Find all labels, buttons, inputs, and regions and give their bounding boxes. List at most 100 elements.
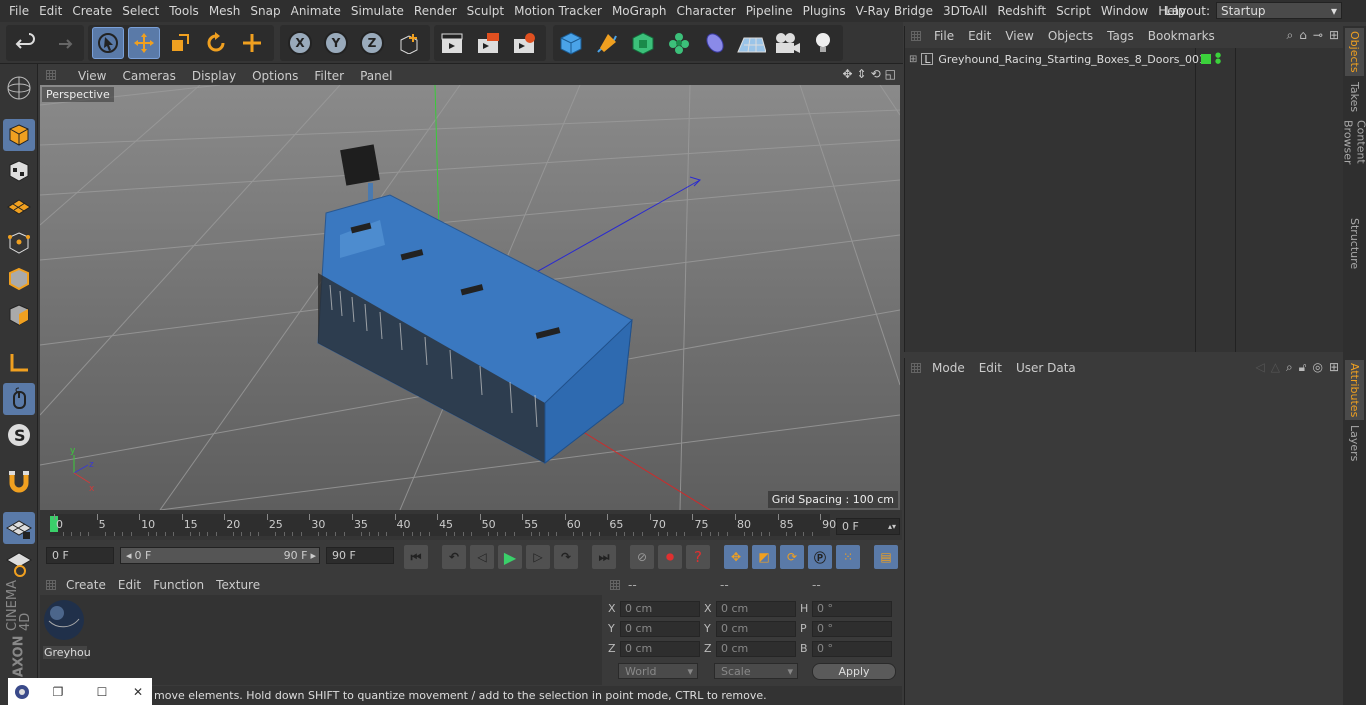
record-button[interactable]: ⏺ bbox=[658, 545, 682, 569]
app-logo-icon[interactable] bbox=[8, 684, 36, 700]
motion-path-button[interactable]: ⊘ bbox=[630, 545, 654, 569]
object-name[interactable]: Greyhound_Racing_Starting_Boxes_8_Doors_… bbox=[938, 53, 1206, 66]
points-mode-button[interactable] bbox=[3, 227, 35, 259]
render-view-button[interactable] bbox=[436, 27, 468, 59]
menu-vray-bridge[interactable]: V-Ray Bridge bbox=[851, 4, 938, 18]
menu-sculpt[interactable]: Sculpt bbox=[462, 4, 509, 18]
texture-mode-button[interactable] bbox=[3, 155, 35, 187]
render-settings-button[interactable] bbox=[508, 27, 540, 59]
workplane-button[interactable] bbox=[3, 191, 35, 223]
menu-motion-tracker[interactable]: Motion Tracker bbox=[509, 4, 607, 18]
rotation-b-field[interactable]: 0 ° bbox=[812, 640, 892, 657]
scale-tool-button[interactable] bbox=[164, 27, 196, 59]
key-rotation-button[interactable]: ⟳ bbox=[780, 545, 804, 569]
key-pla-button[interactable]: ⁙ bbox=[836, 545, 860, 569]
move-tool-button[interactable] bbox=[128, 27, 160, 59]
menu-select[interactable]: Select bbox=[117, 4, 164, 18]
rotate-tool-button[interactable] bbox=[200, 27, 232, 59]
maximize-icon[interactable]: ◱ bbox=[885, 67, 896, 81]
orbit-icon[interactable]: ⟲ bbox=[871, 67, 881, 81]
magnet-button[interactable] bbox=[3, 466, 35, 498]
go-to-end-button[interactable]: ⏭ bbox=[592, 545, 616, 569]
menu-edit[interactable]: Edit bbox=[34, 4, 67, 18]
object-menu-bookmarks[interactable]: Bookmarks bbox=[1141, 29, 1222, 43]
tab-layers[interactable]: Layers bbox=[1345, 424, 1364, 462]
dolly-icon[interactable]: ⇕ bbox=[857, 67, 867, 81]
pen-spline-button[interactable] bbox=[591, 27, 623, 59]
locked-workplane-button[interactable] bbox=[3, 548, 35, 580]
attribute-menu-user-data[interactable]: User Data bbox=[1009, 361, 1083, 375]
menu-window[interactable]: Window bbox=[1096, 4, 1153, 18]
viewport-menu-panel[interactable]: Panel bbox=[352, 69, 400, 83]
make-editable-button[interactable] bbox=[3, 72, 35, 104]
edges-mode-button[interactable] bbox=[3, 263, 35, 295]
tab-objects[interactable]: Objects bbox=[1345, 28, 1364, 76]
layout-select[interactable]: Startup ▾ bbox=[1216, 2, 1342, 19]
link-icon[interactable]: ⊸ bbox=[1313, 28, 1323, 43]
cube-button[interactable] bbox=[555, 27, 587, 59]
undo-button[interactable] bbox=[10, 27, 42, 59]
model-mode-button[interactable] bbox=[3, 119, 35, 151]
previous-frame-button[interactable]: ◁ bbox=[470, 545, 494, 569]
tab-structure[interactable]: Structure bbox=[1345, 216, 1364, 272]
visibility-dots-icon[interactable]: ● ● bbox=[1215, 52, 1221, 65]
target-icon[interactable]: ◎ bbox=[1312, 360, 1322, 375]
tweak-mode-button[interactable] bbox=[3, 383, 35, 415]
search-icon[interactable]: ⌕ bbox=[1287, 28, 1294, 43]
polygons-mode-button[interactable] bbox=[3, 299, 35, 331]
tab-content-browser[interactable]: Content Browser bbox=[1342, 120, 1366, 210]
size-x-field[interactable]: 0 cm bbox=[716, 600, 796, 617]
axis-mode-button[interactable] bbox=[3, 347, 35, 379]
material-menu-function[interactable]: Function bbox=[147, 578, 210, 592]
menu-pipeline[interactable]: Pipeline bbox=[741, 4, 798, 18]
home-icon[interactable]: ⌂ bbox=[1299, 28, 1307, 43]
menu-snap[interactable]: Snap bbox=[245, 4, 285, 18]
timeline[interactable]: 0 5 10 15 20 25 30 35 40 45 50 55 60 65 70 75 80 85 90 0 F… bbox=[40, 510, 902, 540]
viewport-menu-filter[interactable]: Filter bbox=[306, 69, 352, 83]
size-mode-select[interactable]: Scale ▾ bbox=[714, 663, 798, 679]
maximize-icon[interactable]: ☐ bbox=[80, 685, 124, 699]
viewport-menu-display[interactable]: Display bbox=[184, 69, 244, 83]
menu-redshift[interactable]: Redshift bbox=[992, 4, 1051, 18]
position-z-field[interactable]: 0 cm bbox=[620, 640, 700, 657]
object-menu-tags[interactable]: Tags bbox=[1100, 29, 1141, 43]
menu-mesh[interactable]: Mesh bbox=[204, 4, 246, 18]
key-scale-button[interactable]: ◩ bbox=[752, 545, 776, 569]
frame-range-slider[interactable]: ◂ 0 F 90 F ▸ bbox=[120, 547, 320, 564]
new-window-icon[interactable]: ⊞ bbox=[1329, 360, 1339, 375]
floor-button[interactable] bbox=[735, 27, 767, 59]
layer-color-icon[interactable] bbox=[1201, 54, 1211, 64]
light-button[interactable] bbox=[807, 27, 839, 59]
timeline-ruler[interactable]: 0 5 10 15 20 25 30 35 40 45 50 55 60 65 70 75 80 85 90 bbox=[50, 514, 836, 536]
subdivision-button[interactable] bbox=[627, 27, 659, 59]
object-menu-view[interactable]: View bbox=[998, 29, 1040, 43]
axis-y-button[interactable]: Y bbox=[320, 27, 352, 59]
camera-button[interactable] bbox=[771, 27, 803, 59]
end-frame-field[interactable]: 90 F bbox=[326, 547, 394, 564]
tab-takes[interactable]: Takes bbox=[1345, 80, 1364, 114]
new-window-icon[interactable]: ⊞ bbox=[1329, 28, 1339, 43]
back-arrow-icon[interactable]: ◁ bbox=[1255, 360, 1264, 375]
size-y-field[interactable]: 0 cm bbox=[716, 620, 796, 637]
menu-file[interactable]: File bbox=[4, 4, 34, 18]
perspective-viewport[interactable]: y z x Perspective Grid Spacing : 100 cm bbox=[40, 85, 900, 510]
starting-boxes-model[interactable] bbox=[317, 144, 633, 465]
next-frame-button[interactable]: ▷ bbox=[526, 545, 550, 569]
deformer-button[interactable] bbox=[699, 27, 731, 59]
redo-button[interactable] bbox=[46, 27, 78, 59]
menu-3dtoall[interactable]: 3DToAll bbox=[938, 4, 992, 18]
previous-key-button[interactable]: ↶ bbox=[442, 545, 466, 569]
material-menu-edit[interactable]: Edit bbox=[112, 578, 147, 592]
material-area[interactable]: Greyhou bbox=[40, 595, 602, 685]
menu-mograph[interactable]: MoGraph bbox=[607, 4, 672, 18]
object-menu-file[interactable]: File bbox=[927, 29, 961, 43]
object-list[interactable]: ⊞ L Greyhound_Racing_Starting_Boxes_8_Do… bbox=[905, 48, 1343, 352]
rotation-h-field[interactable]: 0 ° bbox=[812, 600, 892, 617]
material-menu-texture[interactable]: Texture bbox=[210, 578, 266, 592]
menu-plugins[interactable]: Plugins bbox=[798, 4, 851, 18]
workplane-lock-button[interactable] bbox=[3, 512, 35, 544]
next-key-button[interactable]: ↷ bbox=[554, 545, 578, 569]
autokey-button[interactable]: ? bbox=[686, 545, 710, 569]
material-swatch[interactable]: Greyhou bbox=[43, 599, 91, 659]
viewport-menu-cameras[interactable]: Cameras bbox=[114, 69, 183, 83]
